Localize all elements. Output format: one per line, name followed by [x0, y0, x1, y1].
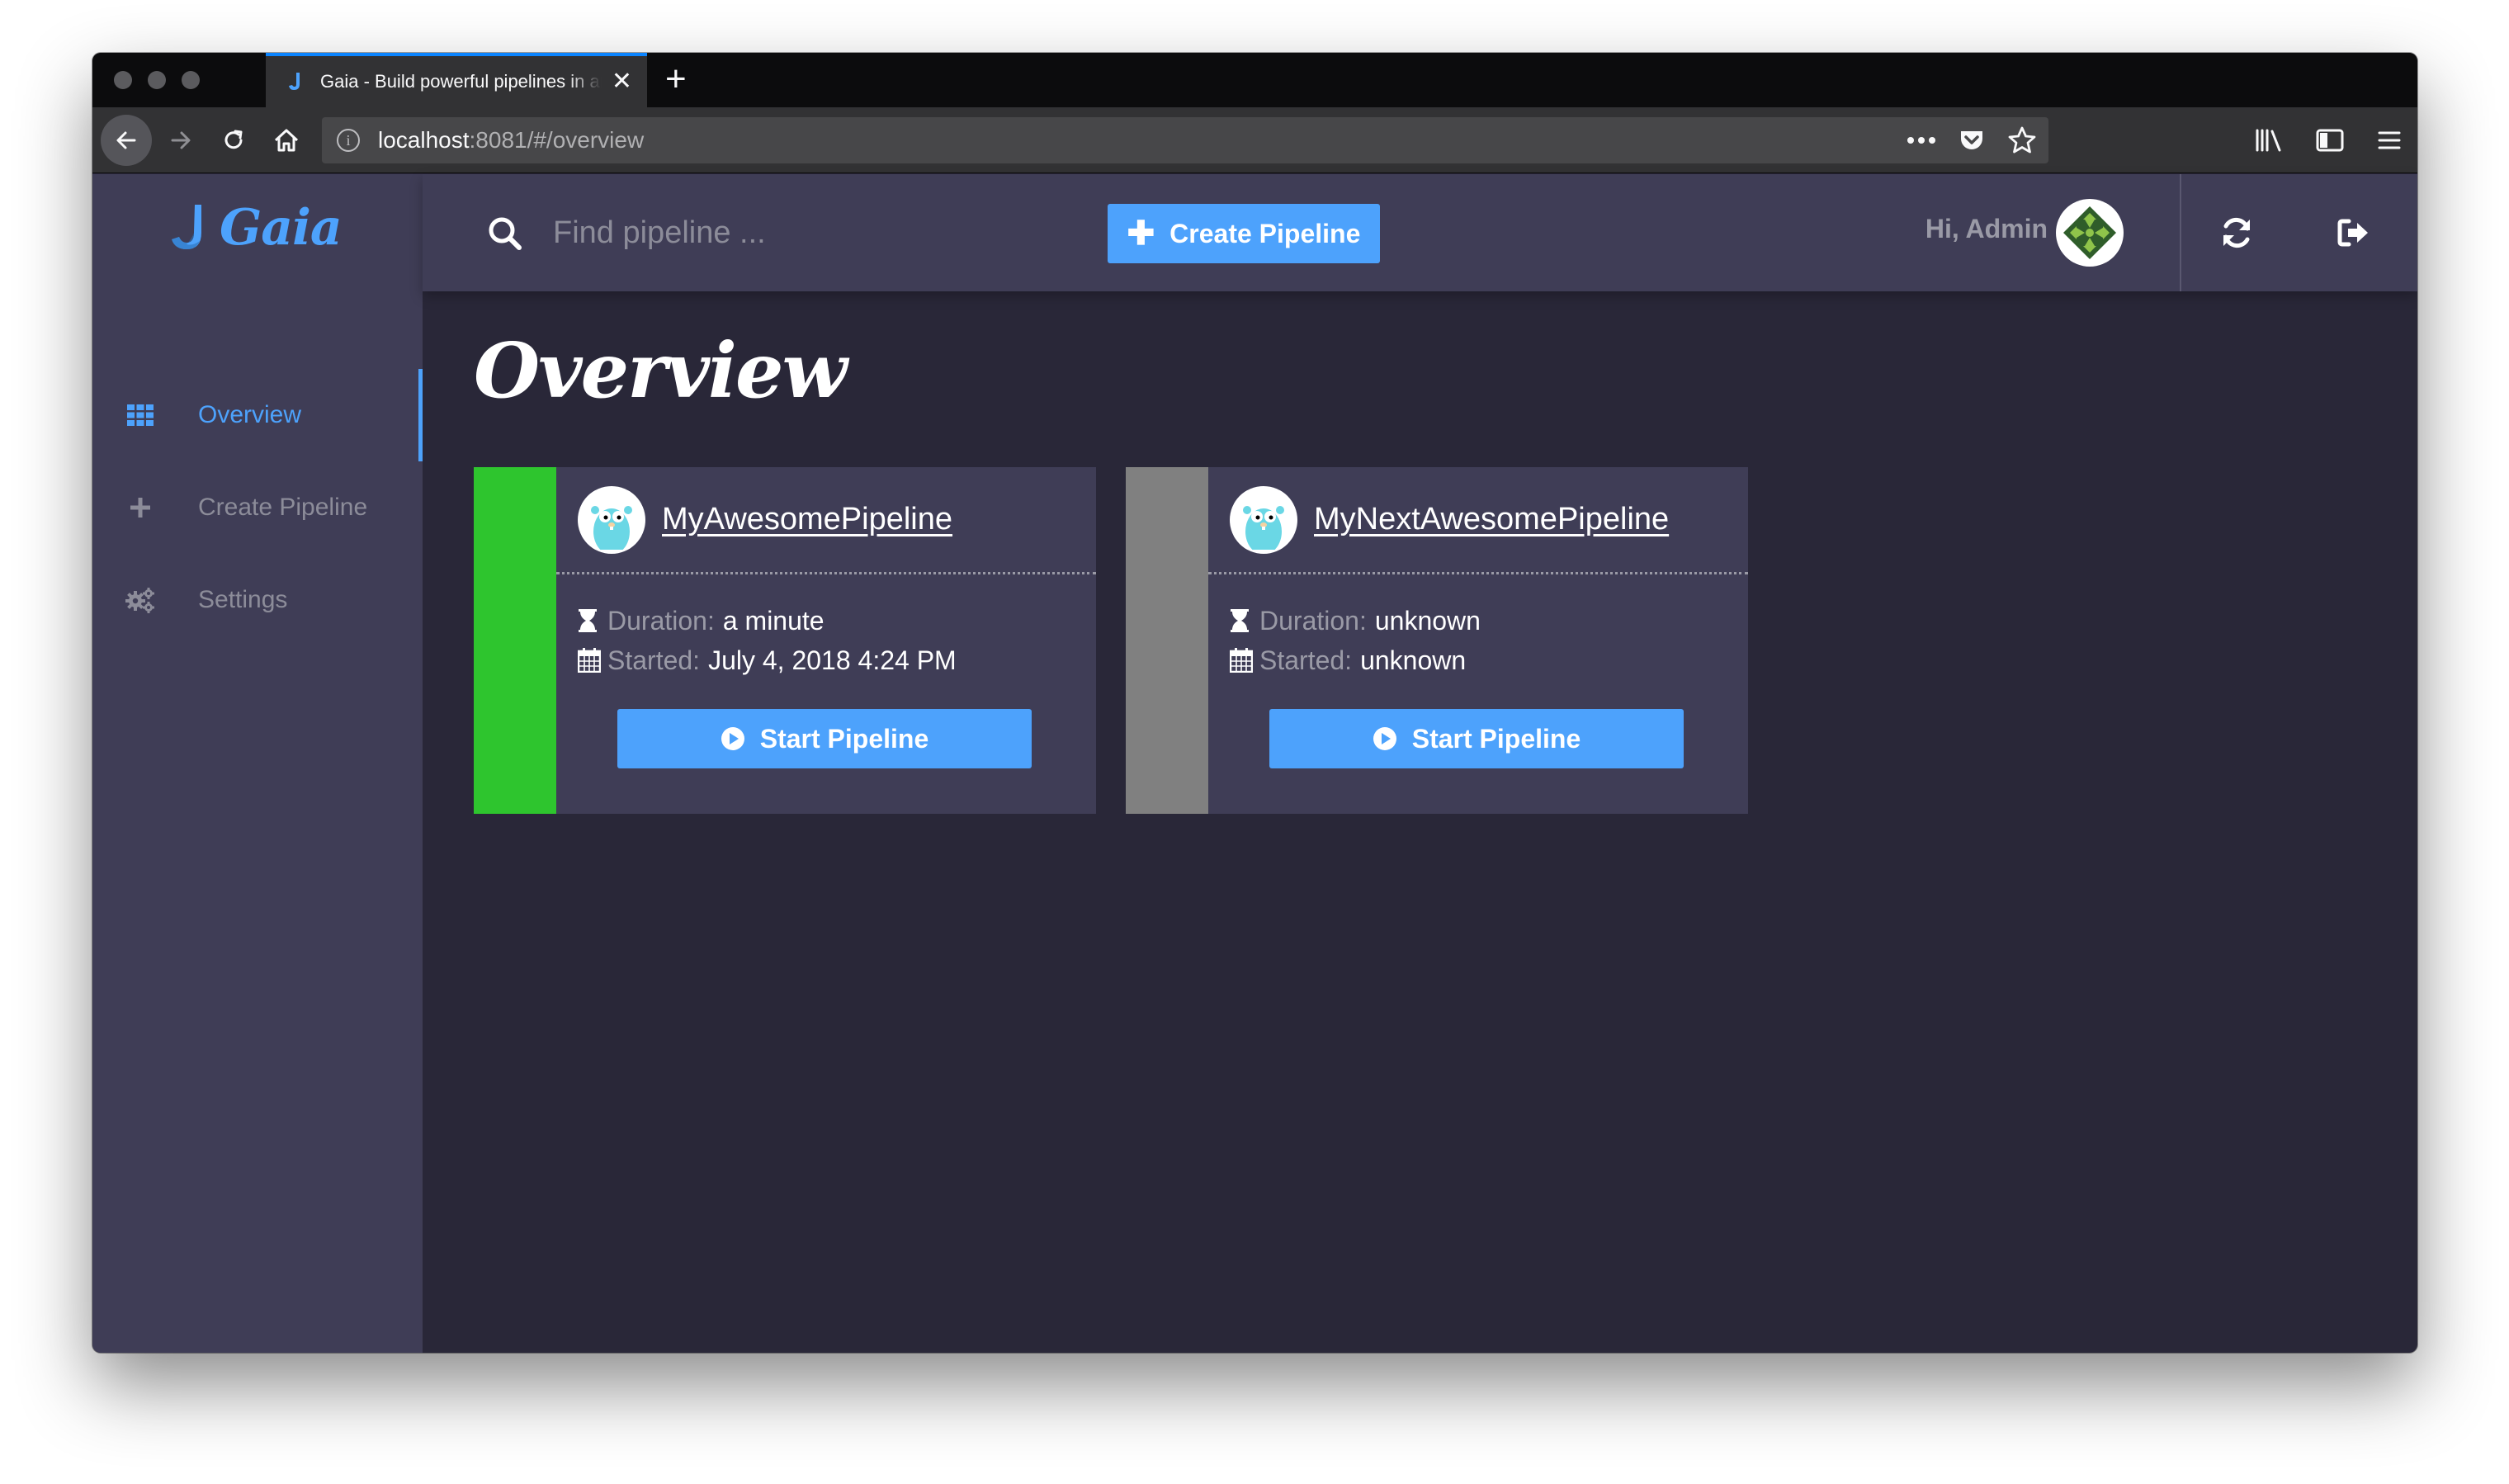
duration-value: a minute [722, 605, 825, 636]
gaia-logo[interactable]: Gaia [168, 199, 343, 257]
started-label: Started: [1259, 645, 1353, 675]
logout-button[interactable] [2332, 210, 2376, 255]
pipeline-card: MyAwesomePipeline Duration: a minute Sta… [474, 467, 1096, 814]
duration-row: Duration: a minute [578, 601, 1096, 640]
refresh-button[interactable] [2214, 210, 2259, 255]
logo-text: Gaia [220, 199, 343, 257]
minimize-window-button[interactable] [148, 71, 166, 89]
pipeline-info: Duration: unknown Started: unknown [1208, 574, 1748, 680]
zoom-window-button[interactable] [182, 71, 200, 89]
started-row: Started: July 4, 2018 4:24 PM [578, 640, 1096, 680]
search-input[interactable] [553, 207, 916, 258]
arrow-right-icon [171, 131, 191, 149]
browser-tab-active[interactable]: Gaia - Build powerful pipelines in any l… [266, 53, 647, 107]
pipeline-name-link[interactable]: MyNextAwesomePipeline [1314, 502, 1669, 537]
pipeline-status-indicator [474, 467, 556, 814]
sidebar-item-label: Settings [198, 586, 288, 613]
avatar[interactable] [2056, 199, 2124, 267]
page-actions-icon[interactable] [1907, 136, 1936, 144]
back-button[interactable] [101, 115, 152, 166]
top-bar: ✚ Create Pipeline Hi, Admin [423, 174, 2417, 291]
bookmark-star-icon[interactable] [2007, 125, 2037, 155]
tab-title: Gaia - Build powerful pipelines in any l… [320, 71, 602, 92]
start-pipeline-button[interactable]: Start Pipeline [617, 709, 1032, 768]
started-row: Started: unknown [1230, 640, 1748, 680]
started-value: unknown [1360, 645, 1467, 675]
avatar-identicon-icon [2060, 203, 2119, 262]
main-content: Overview MyAwesomePipeline Duration: a m… [423, 291, 2417, 1353]
grid-icon [125, 400, 155, 430]
sidebar-item-label: Create Pipeline [198, 494, 368, 521]
gaia-favicon-icon [289, 73, 300, 90]
calendar-icon [578, 647, 601, 673]
play-circle-icon [1373, 727, 1396, 750]
url-path: :8081/#/overview [469, 127, 645, 153]
start-pipeline-button[interactable]: Start Pipeline [1269, 709, 1684, 768]
duration-label: Duration: [607, 605, 715, 636]
gopher-icon [578, 485, 645, 554]
start-pipeline-label: Start Pipeline [759, 723, 929, 754]
logout-icon [2337, 219, 2368, 247]
browser-toolbar: i localhost :8081/#/overview [92, 107, 2417, 173]
pipeline-card-header: MyAwesomePipeline [556, 467, 1096, 574]
library-icon[interactable] [2254, 127, 2284, 154]
hamburger-menu-icon[interactable] [2376, 128, 2403, 153]
refresh-icon [2223, 217, 2250, 248]
create-pipeline-label: Create Pipeline [1169, 218, 1361, 248]
home-icon [274, 129, 299, 152]
cogs-icon [125, 585, 155, 615]
started-label: Started: [607, 645, 701, 675]
pipeline-card-header: MyNextAwesomePipeline [1208, 467, 1748, 574]
pipeline-card: MyNextAwesomePipeline Duration: unknown [1126, 467, 1748, 814]
close-window-button[interactable] [114, 71, 132, 89]
start-pipeline-label: Start Pipeline [1411, 723, 1581, 754]
hourglass-icon [578, 607, 601, 634]
sidebar-item-create-pipeline[interactable]: Create Pipeline [92, 473, 423, 542]
site-info-icon[interactable]: i [337, 129, 360, 152]
pipeline-status-indicator [1126, 467, 1208, 814]
search-icon [489, 217, 522, 250]
create-pipeline-button[interactable]: ✚ Create Pipeline [1108, 204, 1380, 263]
plus-icon: ✚ [1127, 215, 1155, 252]
duration-row: Duration: unknown [1230, 601, 1748, 640]
duration-value: unknown [1374, 605, 1481, 636]
calendar-icon [1230, 647, 1253, 673]
hourglass-icon [1230, 607, 1253, 634]
plus-icon [125, 493, 155, 522]
url-host: localhost [378, 127, 470, 153]
sidebar-item-settings[interactable]: Settings [92, 565, 423, 635]
tab-strip: Gaia - Build powerful pipelines in any l… [92, 53, 2417, 107]
sidebar: Gaia Overview Create Pipeline Settings [92, 174, 423, 1353]
page-title: Overview [474, 326, 848, 415]
url-actions [1907, 117, 2037, 163]
pipeline-name-link[interactable]: MyAwesomePipeline [662, 502, 952, 537]
gaia-logo-icon [172, 205, 201, 249]
reload-button[interactable] [208, 115, 259, 166]
forward-button[interactable] [155, 115, 206, 166]
browser-window: Gaia - Build powerful pipelines in any l… [92, 53, 2417, 1353]
home-button[interactable] [261, 115, 312, 166]
sidebar-toggle-icon[interactable] [2315, 127, 2345, 154]
topbar-divider [2180, 174, 2181, 291]
gaia-app: Gaia Overview Create Pipeline Settings F… [92, 174, 2417, 1353]
reload-icon [224, 130, 243, 149]
sidebar-item-label: Overview [198, 401, 302, 428]
tab-close-icon[interactable]: ✕ [612, 69, 632, 94]
duration-label: Duration: [1259, 605, 1367, 636]
sidebar-item-overview[interactable]: Overview [92, 369, 423, 461]
user-greeting: Hi, Admin [1925, 214, 2048, 243]
gopher-icon [1230, 485, 1297, 554]
arrow-left-icon [116, 131, 136, 149]
pipeline-card-body: MyNextAwesomePipeline Duration: unknown [1208, 467, 1748, 814]
pipeline-card-body: MyAwesomePipeline Duration: a minute Sta… [556, 467, 1096, 814]
pocket-icon[interactable] [1958, 126, 1986, 154]
address-bar[interactable]: i localhost :8081/#/overview [322, 117, 2048, 163]
started-value: July 4, 2018 4:24 PM [708, 645, 957, 675]
play-circle-icon [721, 727, 744, 750]
toolbar-right [2254, 107, 2403, 173]
pipeline-info: Duration: a minute Started: July 4, 2018… [556, 574, 1096, 680]
new-tab-button[interactable]: + [665, 61, 687, 97]
